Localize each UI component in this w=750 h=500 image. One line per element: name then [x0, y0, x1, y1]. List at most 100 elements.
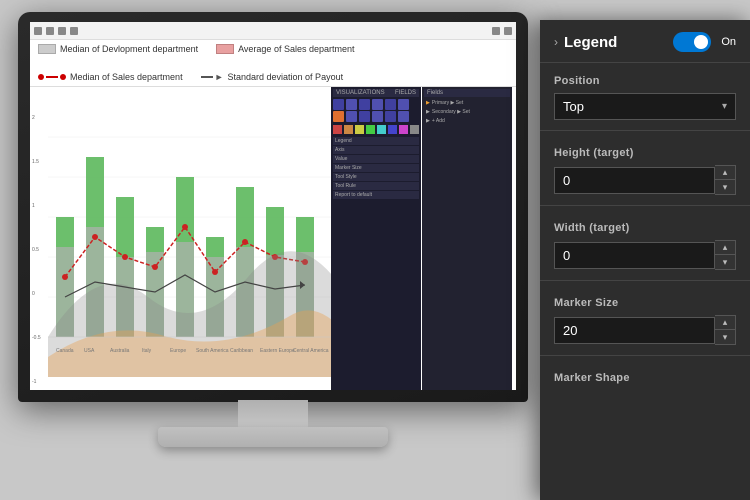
fields-list: Legend Axis Value Marker Size Tool Style… [333, 137, 419, 199]
color-swatch[interactable] [377, 125, 386, 134]
svg-text:Caribbean: Caribbean [230, 348, 253, 354]
marker-size-decrement-button[interactable]: ▾ [715, 330, 735, 344]
divider-2 [540, 205, 750, 206]
toggle-knob [694, 35, 708, 49]
screen-toolbar [30, 22, 516, 40]
viz-icons [333, 99, 419, 122]
height-section: Height (target) 0 ▴ ▾ [540, 135, 750, 201]
color-swatch[interactable] [388, 125, 397, 134]
height-decrement-button[interactable]: ▾ [715, 180, 735, 194]
dropdown-arrow-icon: ▾ [722, 101, 727, 112]
toolbar-icon-6 [504, 27, 512, 35]
field-item[interactable]: Legend [333, 137, 419, 145]
toolbar-icon-3 [58, 27, 66, 35]
height-spinner-btns: ▴ ▾ [715, 165, 736, 195]
svg-text:Central America: Central America [293, 348, 329, 354]
collapse-icon[interactable]: › [554, 35, 558, 49]
viz-icon[interactable] [346, 111, 357, 122]
legend-item-1: Median of Devlopment department [38, 44, 198, 54]
viz-icon[interactable] [372, 111, 383, 122]
viz-panel: VISUALIZATIONS FIELDS [331, 87, 421, 390]
field-name: + Add [432, 118, 445, 124]
legend-label-3: Median of Sales department [70, 72, 183, 82]
position-value: Top [563, 99, 584, 114]
legend-swatch-1 [38, 44, 56, 54]
y-axis: 21.510.50-0.5-1 [32, 115, 41, 385]
fields-list-inner: ▶Primary ▶ Set ▶Secondary ▶ Set ▶+ Add [424, 99, 510, 125]
width-spinner-btns: ▴ ▾ [715, 240, 736, 270]
color-swatch[interactable] [344, 125, 353, 134]
monitor-stand-neck [238, 400, 308, 430]
position-dropdown[interactable]: Top ▾ [554, 93, 736, 120]
viz-icon-selected[interactable] [333, 111, 344, 122]
color-swatch[interactable] [355, 125, 364, 134]
viz-icon[interactable] [385, 111, 396, 122]
position-section: Position Top ▾ [540, 63, 750, 126]
width-section: Width (target) 0 ▴ ▾ [540, 210, 750, 276]
marker-size-input[interactable]: 20 [554, 317, 715, 344]
side-panels: VISUALIZATIONS FIELDS [331, 87, 516, 390]
marker-size-spinner: 20 ▴ ▾ [554, 315, 736, 345]
svg-text:Eastern Europe: Eastern Europe [260, 348, 295, 354]
legend-panel-header: › Legend On [540, 20, 750, 63]
toolbar-icon-4 [70, 27, 78, 35]
color-swatch[interactable] [410, 125, 419, 134]
field-item[interactable]: Marker Size [333, 164, 419, 172]
viz-icon[interactable] [372, 99, 383, 110]
height-increment-button[interactable]: ▴ [715, 166, 735, 180]
field-item[interactable]: Report to default [333, 191, 419, 199]
svg-text:Canada: Canada [56, 348, 74, 354]
width-increment-button[interactable]: ▴ [715, 241, 735, 255]
chart-svg: Canada USA Australia Italy Europe South … [48, 92, 348, 382]
viz-icon[interactable] [333, 99, 344, 110]
marker-size-label: Marker Size [554, 297, 736, 309]
monitor-stand-base [158, 427, 388, 447]
viz-icon[interactable] [359, 111, 370, 122]
color-swatch[interactable] [399, 125, 408, 134]
color-swatch[interactable] [333, 125, 342, 134]
monitor-screen: Median of Devlopment department Average … [30, 22, 516, 390]
field-item[interactable]: Tool Style [333, 173, 419, 181]
position-label: Position [554, 75, 736, 87]
legend-swatch-2 [216, 44, 234, 54]
divider-4 [540, 355, 750, 356]
legend-item-4: ► Standard deviation of Payout [201, 72, 344, 82]
legend-toggle[interactable] [673, 32, 711, 52]
field-item[interactable]: Value [333, 155, 419, 163]
viz-icon[interactable] [398, 99, 409, 110]
legend-label-2: Average of Sales department [238, 44, 354, 54]
toggle-on-label: On [721, 36, 736, 48]
monitor-bezel: Median of Devlopment department Average … [18, 12, 528, 402]
color-swatch[interactable] [366, 125, 375, 134]
viz-icon[interactable] [359, 99, 370, 110]
svg-text:South America: South America [196, 348, 229, 354]
marker-size-increment-button[interactable]: ▴ [715, 316, 735, 330]
marker-shape-section: Marker Shape [540, 360, 750, 396]
legend-item-2: Average of Sales department [216, 44, 354, 54]
fields-panel-label: FIELDS [395, 90, 416, 96]
field-list-item[interactable]: ▶Secondary ▶ Set [424, 108, 510, 116]
viz-icon[interactable] [398, 111, 409, 122]
legend-label-4: Standard deviation of Payout [228, 72, 344, 82]
width-spinner: 0 ▴ ▾ [554, 240, 736, 270]
viz-icon[interactable] [385, 99, 396, 110]
viz-icon[interactable] [346, 99, 357, 110]
chart-area: 21.510.50-0.5-1 [30, 87, 516, 390]
legend-panel-title: Legend [564, 34, 667, 51]
fields-panel-inner-header: Fields [424, 89, 510, 97]
toolbar-icon-5 [492, 27, 500, 35]
fields-panel: Fields ▶Primary ▶ Set ▶Secondary ▶ Set ▶… [422, 87, 512, 390]
field-item[interactable]: Axis [333, 146, 419, 154]
height-input[interactable]: 0 [554, 167, 715, 194]
width-decrement-button[interactable]: ▾ [715, 255, 735, 269]
field-list-item[interactable]: ▶Primary ▶ Set [424, 99, 510, 107]
field-item[interactable]: Tool Rule [333, 182, 419, 190]
width-input[interactable]: 0 [554, 242, 715, 269]
marker-shape-label: Marker Shape [554, 372, 736, 384]
marker-size-section: Marker Size 20 ▴ ▾ [540, 285, 750, 351]
field-list-item[interactable]: ▶+ Add [424, 117, 510, 125]
legend-item-3: Median of Sales department [38, 72, 183, 82]
viz-panel-label: VISUALIZATIONS [336, 90, 385, 96]
toolbar-icon-2 [46, 27, 54, 35]
height-label: Height (target) [554, 147, 736, 159]
